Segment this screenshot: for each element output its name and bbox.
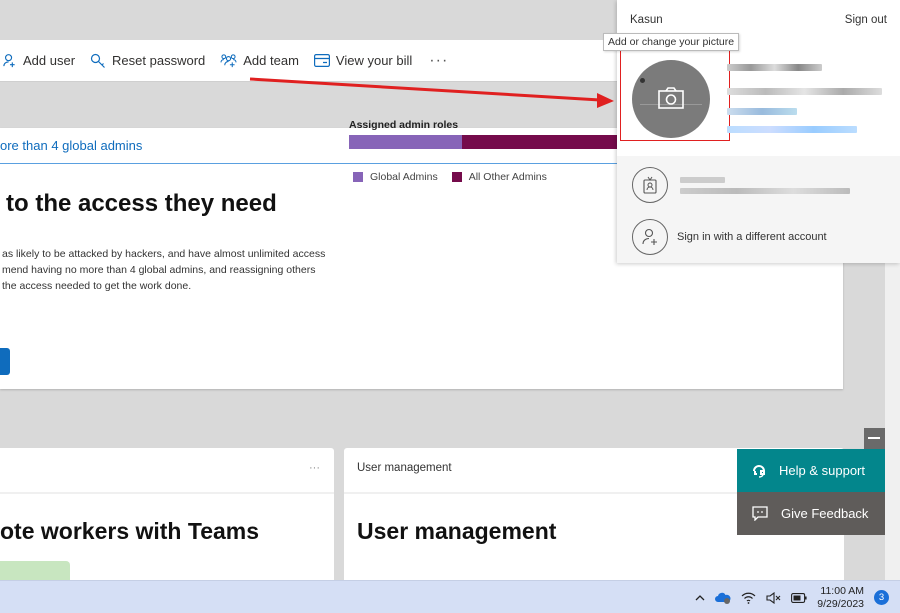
profile-header: Kasun Sign out Add or change your pictur… xyxy=(603,0,900,156)
other-account-row[interactable] xyxy=(617,159,900,211)
legend-swatch xyxy=(451,172,462,182)
add-user-button[interactable]: Add user xyxy=(2,53,75,68)
feedback-icon xyxy=(752,506,768,521)
card-header xyxy=(0,448,334,494)
teams-card: ··· ote workers with Teams xyxy=(0,448,334,583)
chart-legend: Global Admins All Other Admins xyxy=(353,171,561,183)
sign-in-different-account[interactable]: Sign in with a different account xyxy=(617,211,900,263)
view-bill-label: View your bill xyxy=(335,53,413,68)
sign-out-link[interactable]: Sign out xyxy=(845,14,887,26)
more-commands-button[interactable]: ··· xyxy=(429,52,448,70)
minimize-feedback-button[interactable] xyxy=(864,428,885,449)
onedrive-icon[interactable] xyxy=(715,592,731,604)
add-team-icon xyxy=(220,54,237,68)
view-bill-button[interactable]: View your bill xyxy=(313,53,413,68)
bill-icon xyxy=(313,54,330,67)
add-account-icon xyxy=(632,219,668,255)
taskbar: 11:00 AM 9/29/2023 3 xyxy=(0,580,900,613)
sign-in-different-label: Sign in with a different account xyxy=(677,231,827,243)
battery-icon[interactable] xyxy=(791,592,807,603)
redacted-text xyxy=(727,64,822,71)
legend-label: Global Admins xyxy=(370,171,438,183)
redacted-text xyxy=(727,126,857,133)
card-body-text: as likely to be attacked by hackers, and… xyxy=(2,248,326,292)
card-header-label: User management xyxy=(357,462,452,474)
redacted-text xyxy=(680,176,725,183)
redacted-text xyxy=(727,88,882,95)
badge-icon xyxy=(632,167,668,203)
redacted-text xyxy=(727,108,797,115)
system-tray: 11:00 AM 9/29/2023 3 xyxy=(695,581,900,613)
add-user-label: Add user xyxy=(23,53,76,68)
legend-swatch xyxy=(353,172,363,182)
global-admins-link[interactable]: ore than 4 global admins xyxy=(0,138,142,153)
legend-label: All Other Admins xyxy=(468,171,547,183)
show-hidden-icons-chevron-up-icon[interactable] xyxy=(695,594,705,601)
user-management-title: User management xyxy=(357,518,557,544)
wifi-icon[interactable] xyxy=(741,592,756,604)
clock-time: 11:00 AM xyxy=(820,584,864,597)
card-title: to the access they need xyxy=(6,190,277,217)
profile-name: Kasun xyxy=(630,14,663,26)
key-icon xyxy=(90,53,105,68)
legend-item: Global Admins xyxy=(353,171,438,183)
annotation-highlight-box xyxy=(620,49,730,141)
notification-badge[interactable]: 3 xyxy=(874,590,889,605)
volume-muted-icon[interactable] xyxy=(766,591,781,604)
chart-title: Assigned admin roles xyxy=(349,119,459,131)
profile-panel: Kasun Sign out Add or change your pictur… xyxy=(603,0,900,263)
reset-password-label: Reset password xyxy=(112,53,206,68)
redacted-text xyxy=(680,187,850,194)
add-team-button[interactable]: Add team xyxy=(220,53,299,68)
teams-card-title: ote workers with Teams xyxy=(0,518,260,544)
headset-icon xyxy=(753,465,765,478)
clock[interactable]: 11:00 AM 9/29/2023 xyxy=(817,585,864,611)
help-support-button[interactable]: Help & support xyxy=(737,449,885,492)
reset-password-button[interactable]: Reset password xyxy=(90,53,205,69)
add-user-icon xyxy=(3,54,15,68)
help-support-label: Help & support xyxy=(779,463,865,478)
add-team-label: Add team xyxy=(243,53,299,68)
legend-item: All Other Admins xyxy=(451,171,547,183)
bar-segment-global-admins xyxy=(349,135,463,149)
picture-tooltip: Add or change your picture xyxy=(603,33,740,51)
give-feedback-label: Give Feedback xyxy=(781,506,869,521)
card-more-button[interactable]: ··· xyxy=(309,462,320,474)
give-feedback-button[interactable]: Give Feedback xyxy=(737,492,885,535)
card-action-button[interactable] xyxy=(0,348,10,375)
clock-date: 9/29/2023 xyxy=(817,597,864,610)
